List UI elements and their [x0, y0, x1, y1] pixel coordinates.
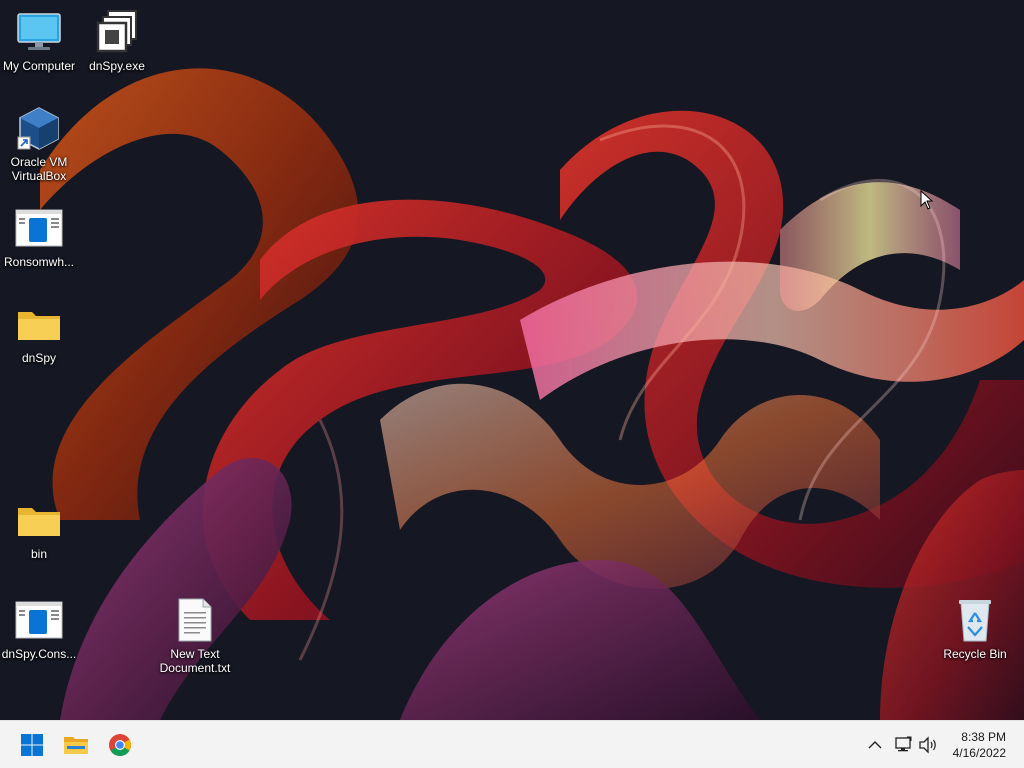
virtualbox-icon — [15, 104, 63, 152]
desktop-icon-recycle-bin[interactable]: Recycle Bin — [936, 596, 1014, 661]
desktop-icon-label: Recycle Bin — [943, 647, 1007, 661]
desktop-icon-label: dnSpy — [21, 351, 57, 365]
speaker-icon — [919, 736, 936, 754]
clock-date: 4/16/2022 — [952, 746, 1006, 760]
folder-icon — [15, 496, 63, 544]
application-window-icon — [15, 596, 63, 644]
clock-time: 8:38 PM — [961, 730, 1006, 744]
desktop-icon-my-computer[interactable]: My Computer — [0, 8, 78, 73]
file-explorer-button[interactable] — [60, 729, 92, 761]
monitor-icon — [15, 8, 63, 56]
mouse-cursor-icon — [920, 190, 934, 210]
desktop-icon-label: dnSpy.Cons... — [1, 647, 77, 661]
desktop-icon-label: Oracle VM VirtualBox — [10, 155, 68, 183]
taskbar: 8:38 PM 4/16/2022 — [0, 720, 1024, 768]
network-button[interactable] — [892, 734, 914, 756]
application-window-icon — [15, 204, 63, 252]
desktop[interactable]: My Computer dnSpy.exe Oracle VM VirtualB… — [0, 0, 1024, 720]
desktop-icon-dnspy-folder[interactable]: dnSpy — [0, 300, 78, 365]
network-icon — [895, 736, 912, 752]
volume-button[interactable] — [917, 734, 939, 756]
desktop-icon-label: Ronsomwh... — [3, 255, 75, 269]
desktop-icon-label: dnSpy.exe — [89, 59, 145, 73]
file-explorer-icon — [64, 737, 88, 754]
desktop-icon-virtualbox[interactable]: Oracle VM VirtualBox — [0, 104, 78, 183]
show-hidden-icons-button[interactable] — [864, 734, 886, 756]
chrome-button[interactable] — [104, 729, 136, 761]
desktop-icon-label: My Computer — [2, 59, 76, 73]
desktop-icon-ronsomwh[interactable]: Ronsomwh... — [0, 204, 78, 269]
desktop-icon-dnspy-exe[interactable]: dnSpy.exe — [78, 8, 156, 73]
folder-icon — [15, 300, 63, 348]
windows-logo-icon — [21, 734, 43, 756]
wallpaper — [0, 0, 1024, 720]
desktop-icon-label: New Text Document.txt — [159, 647, 231, 675]
desktop-icon-dnspy-console[interactable]: dnSpy.Cons... — [0, 596, 78, 661]
desktop-icon-label: bin — [30, 547, 47, 561]
recycle-bin-icon — [951, 596, 999, 644]
text-document-icon — [171, 596, 219, 644]
chrome-icon — [109, 734, 131, 756]
desktop-icon-bin-folder[interactable]: bin — [0, 496, 78, 561]
desktop-icon-new-text-document[interactable]: New Text Document.txt — [156, 596, 234, 675]
chevron-up-icon — [868, 741, 882, 749]
clock[interactable]: 8:38 PM 4/16/2022 — [953, 729, 1006, 761]
start-button[interactable] — [16, 729, 48, 761]
dnspy-app-icon — [93, 8, 141, 56]
